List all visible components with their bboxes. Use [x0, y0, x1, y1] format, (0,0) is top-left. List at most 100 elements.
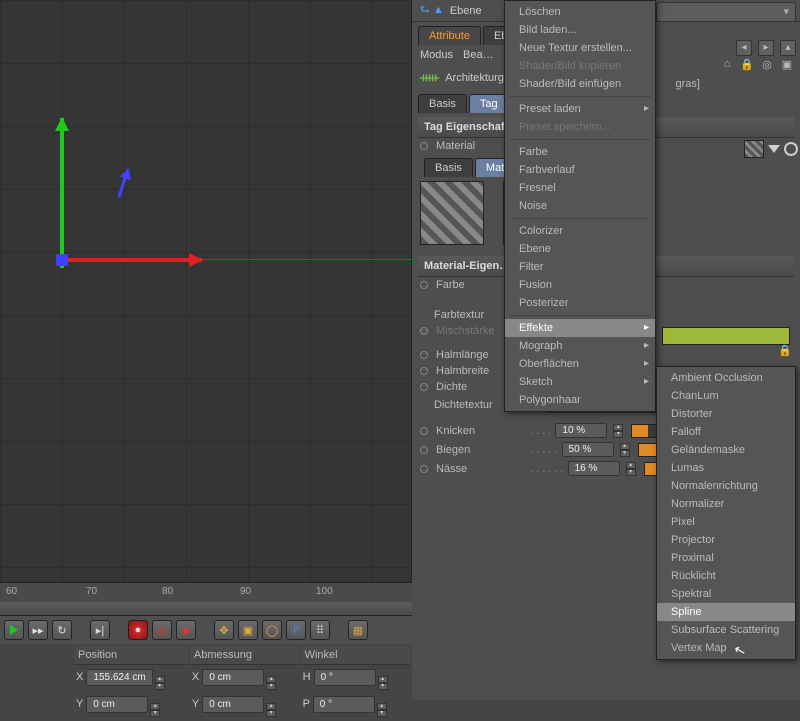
spline-curve	[0, 0, 300, 150]
menu-item[interactable]: Rücklicht	[657, 567, 795, 585]
tool-param-button[interactable]: Ⓟ	[286, 620, 306, 640]
col-winkel: Winkel	[301, 646, 410, 665]
autokey-button[interactable]: ◎	[152, 620, 172, 640]
menu-item[interactable]: Spektral	[657, 585, 795, 603]
dropdown-icon[interactable]	[768, 145, 780, 153]
home-icon[interactable]: ⌂	[720, 58, 734, 71]
menu-item[interactable]: Normalenrichtung	[657, 477, 795, 495]
record-button[interactable]: ●	[128, 620, 148, 640]
link-icon[interactable]	[784, 142, 798, 156]
material-swatch[interactable]	[744, 140, 764, 158]
ruler-tick: 80	[162, 586, 173, 597]
naesse-field[interactable]: 16 %	[568, 461, 620, 476]
menu-item[interactable]: Polygonhaar	[505, 391, 655, 409]
nav-prev-icon[interactable]: ◂	[736, 40, 752, 56]
col-position: Position	[74, 646, 188, 665]
goto-end-button[interactable]: ▸|	[90, 620, 110, 640]
menu-item[interactable]: Posterizer	[505, 294, 655, 312]
menu-item[interactable]: Shader/Bild einfügen	[505, 75, 655, 93]
rot-h-field[interactable]: 0 °	[314, 669, 376, 686]
render-frame-button[interactable]: ▦	[348, 620, 368, 640]
menu-item[interactable]: Neue Textur erstellen...	[505, 39, 655, 57]
menu-item[interactable]: Projector	[657, 531, 795, 549]
color-swatch-field[interactable]	[662, 327, 790, 345]
menu-item[interactable]: Normalizer	[657, 495, 795, 513]
step-forward-button[interactable]: ▸▸	[28, 620, 48, 640]
menu-item[interactable]: Farbe	[505, 143, 655, 161]
biegen-field[interactable]: 50 %	[562, 442, 614, 457]
play-button[interactable]	[4, 620, 24, 640]
menu-item[interactable]: Ebene	[505, 240, 655, 258]
nav-up-icon[interactable]: ▴	[780, 40, 796, 56]
layout-dropdown[interactable]	[656, 2, 796, 22]
menu-item[interactable]: Mograph	[505, 337, 655, 355]
knicken-field[interactable]: 10 %	[555, 423, 607, 438]
menu-item[interactable]: Fusion	[505, 276, 655, 294]
menu-item[interactable]: Bild laden...	[505, 21, 655, 39]
axis-x-arrow[interactable]	[62, 258, 202, 262]
grass-icon: ᚔ	[420, 69, 439, 86]
timeline-track[interactable]	[0, 602, 412, 616]
position-x-field[interactable]: 155.624 cm	[86, 669, 152, 686]
tab-attribute[interactable]: Attribute	[418, 26, 481, 45]
viewport-3d[interactable]	[0, 0, 412, 582]
menu-item[interactable]: Spline	[657, 603, 795, 621]
material-preview-hatch[interactable]	[420, 181, 484, 245]
effekte-submenu[interactable]: Ambient OcclusionChanLumDistorterFalloff…	[656, 366, 796, 660]
prop-naesse-label: Nässe	[436, 463, 526, 475]
menu-modus[interactable]: Modus	[420, 49, 453, 61]
menu-item[interactable]: Filter	[505, 258, 655, 276]
nav-next-icon[interactable]: ▸	[758, 40, 774, 56]
col-abmessung: Abmessung	[190, 646, 299, 665]
ruler-tick: 70	[86, 586, 97, 597]
tab-basis2[interactable]: Basis	[424, 158, 473, 177]
lock-small-icon[interactable]: 🔒	[778, 344, 792, 357]
timeline-ruler[interactable]: 60 70 80 90 100	[0, 582, 412, 602]
size-y-field[interactable]: 0 cm	[202, 696, 264, 713]
menu-item[interactable]: Preset laden	[505, 100, 655, 118]
tab-basis[interactable]: Basis	[418, 94, 467, 113]
menu-item[interactable]: Lumas	[657, 459, 795, 477]
material-name-label: gras]	[676, 78, 700, 90]
lock-icon[interactable]: 🔒	[740, 58, 754, 71]
size-x-field[interactable]: 0 cm	[202, 669, 264, 686]
menu-item[interactable]: Distorter	[657, 405, 795, 423]
rot-p-field[interactable]: 0 °	[313, 696, 375, 713]
menu-item[interactable]: Colorizer	[505, 222, 655, 240]
menu-item: Shader/Bild kopieren	[505, 57, 655, 75]
menu-bearbeiten[interactable]: Bea…	[463, 49, 494, 61]
menu-item[interactable]: Noise	[505, 197, 655, 215]
menu-item[interactable]: Falloff	[657, 423, 795, 441]
shader-context-menu[interactable]: LöschenBild laden...Neue Textur erstelle…	[504, 0, 656, 412]
menu-item[interactable]: Vertex Map	[657, 639, 795, 657]
ruler-tick: 100	[316, 586, 333, 597]
menu-item[interactable]: Sketch	[505, 373, 655, 391]
loop-button[interactable]: ↻	[52, 620, 72, 640]
axis-y-arrow[interactable]	[60, 118, 64, 268]
keyframe-button[interactable]: ◆	[176, 620, 196, 640]
ruler-tick: 60	[6, 586, 17, 597]
coordinates-panel: Position Abmessung Winkel X 155.624 cm▴▾…	[72, 644, 412, 721]
menu-item[interactable]: Effekte	[505, 319, 655, 337]
tab-tag[interactable]: Tag	[469, 94, 509, 113]
tool-scale-button[interactable]: ▣	[238, 620, 258, 640]
menu-item[interactable]: Proximal	[657, 549, 795, 567]
target-icon[interactable]: ◎	[760, 58, 774, 71]
menu-item[interactable]: Subsurface Scattering	[657, 621, 795, 639]
menu-item[interactable]: Löschen	[505, 3, 655, 21]
axis-label: X	[192, 671, 199, 683]
tool-move-button[interactable]: ✥	[214, 620, 234, 640]
menu-item[interactable]: Ambient Occlusion	[657, 369, 795, 387]
position-y-field[interactable]: 0 cm	[86, 696, 148, 713]
menu-item[interactable]: Oberflächen	[505, 355, 655, 373]
menu-item[interactable]: Farbverlauf	[505, 161, 655, 179]
tool-rotate-button[interactable]: ◯	[262, 620, 282, 640]
new-icon[interactable]: ▣	[780, 58, 794, 71]
tool-points-button[interactable]: ⠿	[310, 620, 330, 640]
menu-item[interactable]: Geländemaske	[657, 441, 795, 459]
menu-item[interactable]: Pixel	[657, 513, 795, 531]
axis-origin-handle[interactable]	[56, 254, 68, 266]
menu-item[interactable]: ChanLum	[657, 387, 795, 405]
axis-x-extended	[200, 259, 412, 260]
menu-item[interactable]: Fresnel	[505, 179, 655, 197]
